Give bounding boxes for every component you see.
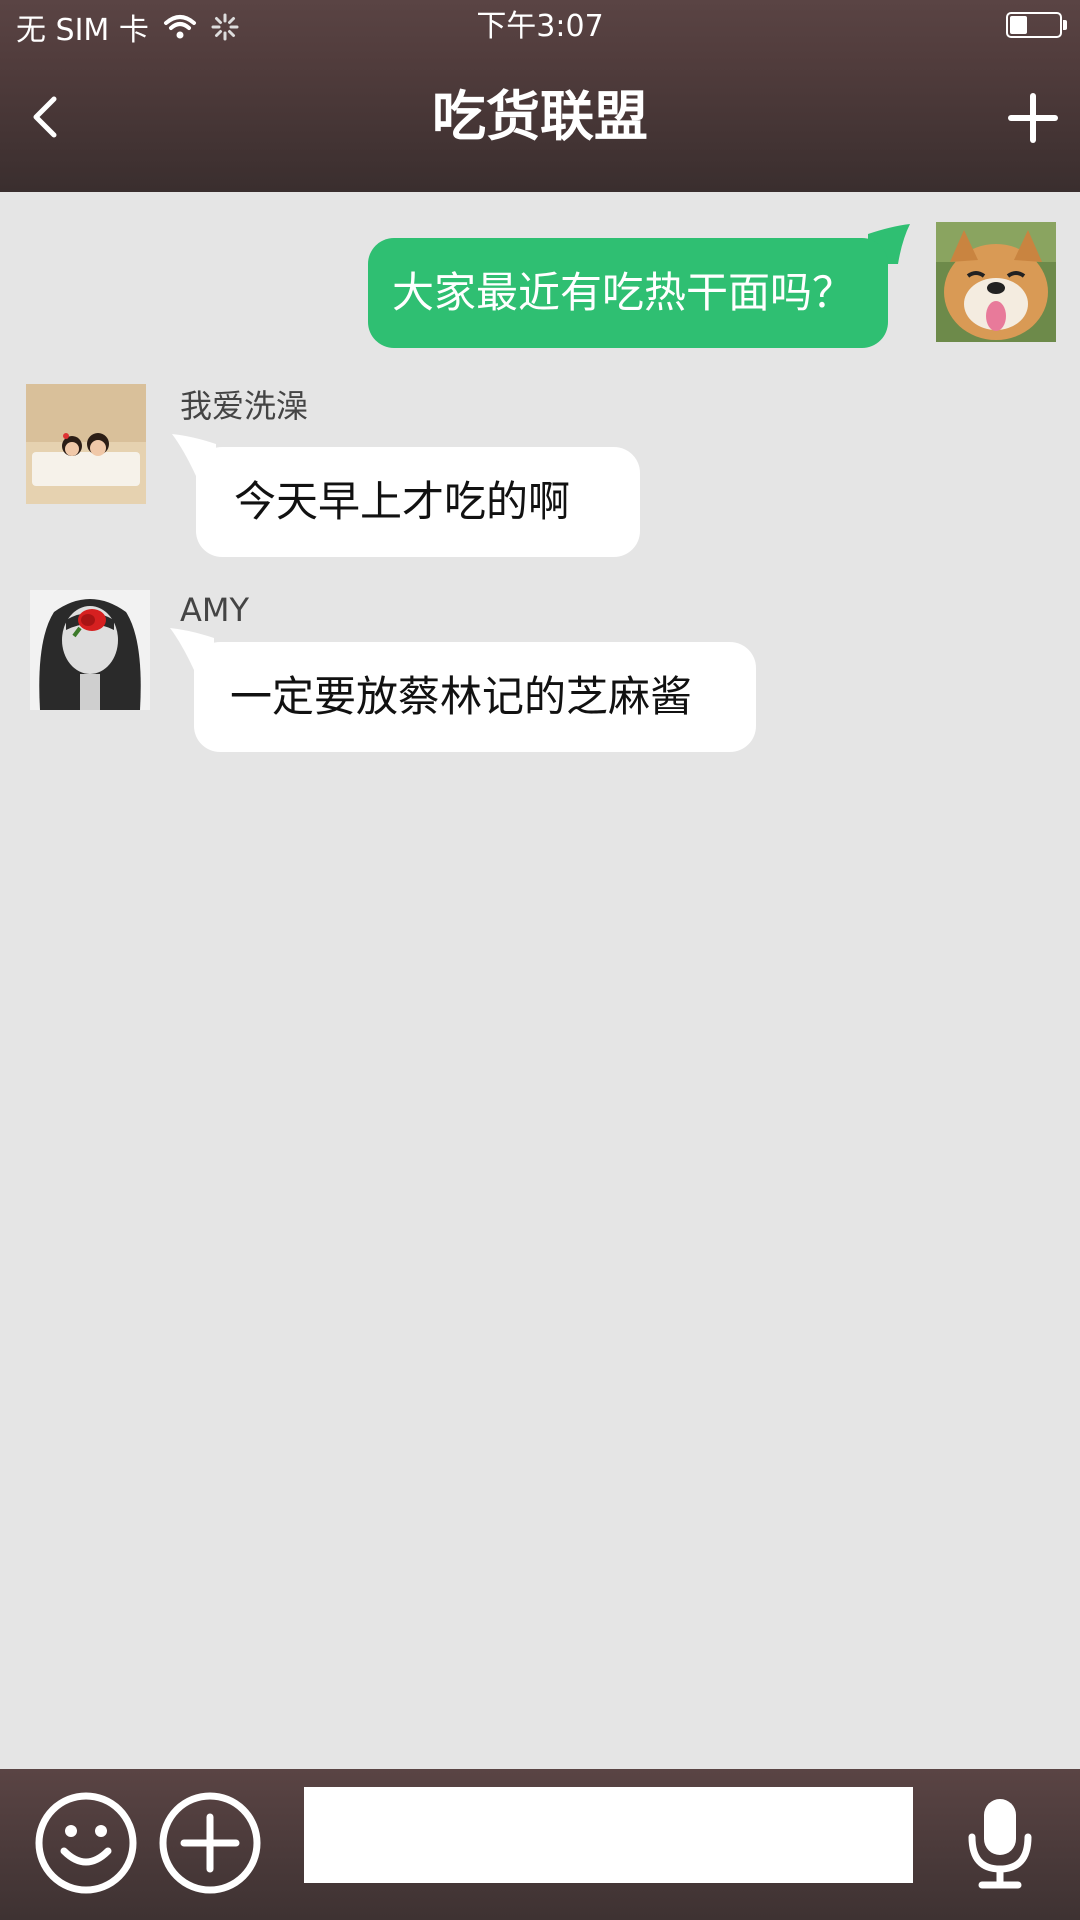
shiba-dog-avatar[interactable] — [936, 222, 1056, 342]
battery-level — [1010, 16, 1027, 34]
status-time: 下午3:07 — [476, 9, 604, 44]
chat-area[interactable]: 大家最近有吃热干面吗？ 我爱洗澡 今天早上才吃的啊 AMY 一定要放蔡林记的芝麻… — [0, 192, 1080, 1769]
plus-circle-icon[interactable] — [158, 1791, 262, 1895]
input-toolbar — [0, 1769, 1080, 1920]
sender-name: 我爱洗澡 — [180, 387, 309, 425]
microphone-icon[interactable] — [948, 1791, 1052, 1895]
message-text: 今天早上才吃的啊 — [234, 477, 571, 526]
battery-icon — [1006, 12, 1067, 38]
page-title: 吃货联盟 — [432, 85, 648, 148]
status-bar: 无 SIM 卡 下午3:07 — [0, 0, 1080, 55]
bathtub-kids-avatar[interactable] — [26, 384, 146, 504]
message-text: 一定要放蔡林记的芝麻酱 — [230, 672, 693, 721]
status-right — [1006, 12, 1067, 40]
add-icon[interactable] — [1008, 93, 1058, 143]
emoji-icon[interactable] — [34, 1791, 138, 1895]
navigation-bar: 吃货联盟 — [0, 55, 1080, 192]
girl-rose-avatar[interactable] — [30, 590, 150, 710]
message-input[interactable] — [304, 1787, 913, 1883]
message-text: 大家最近有吃热干面吗？ — [392, 268, 855, 317]
message-bubble-incoming[interactable]: 一定要放蔡林记的芝麻酱 — [194, 642, 756, 752]
message-bubble-outgoing[interactable]: 大家最近有吃热干面吗？ — [368, 238, 888, 348]
sender-name: AMY — [180, 591, 250, 629]
message-bubble-incoming[interactable]: 今天早上才吃的啊 — [196, 447, 640, 557]
